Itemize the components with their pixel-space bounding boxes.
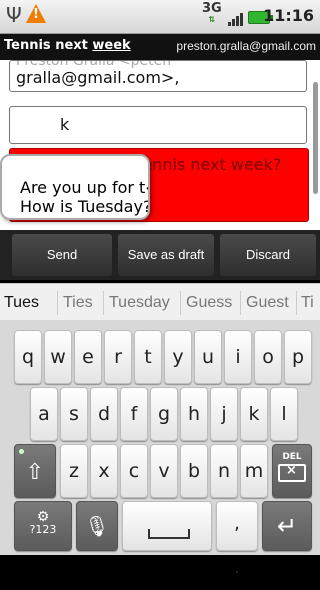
symbols-mode-key[interactable]: ⚙ ?123 — [14, 501, 72, 551]
key-p[interactable]: p — [284, 330, 312, 384]
suggestion-item[interactable]: Ti — [301, 284, 314, 321]
key-e[interactable]: e — [74, 330, 102, 384]
key-b[interactable]: b — [180, 444, 208, 498]
magnifier-line-1: Are you up for t‹k — [20, 178, 150, 197]
shift-indicator-icon — [19, 449, 24, 454]
key-x[interactable]: x — [90, 444, 118, 498]
key-y[interactable]: y — [164, 330, 192, 384]
period-label: . — [234, 557, 240, 578]
key-r[interactable]: r — [104, 330, 132, 384]
discard-button[interactable]: Discard — [220, 234, 316, 276]
title-subject-prefix: Tennis next — [4, 38, 93, 53]
compose-area: Preston Gralla <peteh gralla@gmail.com>,… — [0, 60, 320, 230]
space-icon — [148, 529, 190, 539]
key-i[interactable]: i — [224, 330, 252, 384]
suggestion-divider — [180, 291, 181, 315]
key-m[interactable]: m — [240, 444, 268, 498]
punctuation-key[interactable]: ,. — [216, 501, 258, 578]
send-button[interactable]: Send — [12, 234, 112, 276]
warning-icon: ! — [26, 4, 46, 23]
to-field-text: gralla@gmail.com>, — [16, 68, 180, 87]
suggestion-divider — [57, 291, 58, 315]
save-draft-button[interactable]: Save as draft — [118, 234, 214, 276]
subject-field[interactable]: k — [9, 106, 307, 144]
suggestion-item[interactable]: Guess — [186, 284, 232, 321]
key-d[interactable]: d — [90, 387, 118, 441]
clock: 11:16 — [263, 6, 314, 25]
suggestion-divider — [103, 291, 104, 315]
delete-key[interactable]: DEL × — [272, 444, 312, 498]
to-field[interactable]: Preston Gralla <peteh gralla@gmail.com>, — [9, 60, 307, 92]
compose-scrollbar[interactable] — [313, 82, 318, 194]
key-f[interactable]: f — [120, 387, 148, 441]
key-c[interactable]: c — [120, 444, 148, 498]
compose-title-bar: Tennis next week preston.gralla@gmail.co… — [0, 34, 320, 60]
soft-keyboard: q w e r t y u i o p a s d f g h j k l ⇧ … — [0, 320, 320, 578]
status-bar: Ψ ! 3G ⇅ 11:16 — [0, 0, 320, 34]
key-u[interactable]: u — [194, 330, 222, 384]
network-type: 3G ⇅ — [202, 2, 222, 24]
enter-key[interactable]: ↵ — [262, 501, 312, 551]
key-n[interactable]: n — [210, 444, 238, 498]
key-o[interactable]: o — [254, 330, 282, 384]
microphone-icon: 🎙 — [84, 514, 110, 538]
key-z[interactable]: z — [60, 444, 88, 498]
key-a[interactable]: a — [30, 387, 58, 441]
title-subject-underlined: week — [92, 38, 131, 53]
magnifier-line-2: How is Tuesday? — [20, 197, 150, 216]
key-t[interactable]: t — [134, 330, 162, 384]
symbols-mode-label: ?123 — [29, 523, 57, 536]
microphone-key[interactable]: 🎙 — [76, 501, 118, 551]
action-bar: Send Save as draft Discard — [0, 230, 320, 280]
enter-arrow-icon: ↵ — [276, 512, 298, 540]
backspace-icon: × — [278, 463, 306, 482]
key-w[interactable]: w — [44, 330, 72, 384]
data-arrows-icon: ⇅ — [208, 15, 216, 24]
suggestion-item[interactable]: Ties — [63, 284, 93, 321]
title-account: preston.gralla@gmail.com — [176, 39, 316, 53]
space-key[interactable] — [122, 501, 212, 551]
subject-field-text: k — [60, 115, 70, 134]
comma-label: , — [234, 513, 240, 534]
key-s[interactable]: s — [60, 387, 88, 441]
usb-icon: Ψ — [6, 3, 22, 27]
title-subject: Tennis next week — [4, 38, 131, 53]
suggestion-item[interactable]: Guest — [246, 284, 289, 321]
suggestion-item[interactable]: Tuesday — [109, 284, 170, 321]
key-k[interactable]: k — [240, 387, 268, 441]
key-v[interactable]: v — [150, 444, 178, 498]
suggestion-item[interactable]: Tues — [4, 284, 39, 321]
signal-icon — [228, 10, 244, 26]
key-q[interactable]: q — [14, 330, 42, 384]
key-h[interactable]: h — [180, 387, 208, 441]
suggestion-divider — [296, 291, 297, 315]
delete-key-label: DEL — [282, 452, 302, 462]
key-g[interactable]: g — [150, 387, 178, 441]
text-magnifier-bubble: Are you up for t‹k How is Tuesday? — [0, 154, 150, 220]
key-l[interactable]: l — [270, 387, 298, 441]
suggestion-strip: Tues Ties Tuesday Guess Guest Ti — [0, 283, 320, 322]
suggestion-divider — [240, 291, 241, 315]
shift-key[interactable]: ⇧ — [14, 444, 56, 498]
punctuation-key-label: ,. — [217, 502, 257, 590]
key-j[interactable]: j — [210, 387, 238, 441]
gear-icon: ⚙ — [36, 509, 50, 525]
magnifier-text: Are you up for t‹k How is Tuesday? — [20, 178, 150, 216]
network-label: 3G — [202, 1, 222, 16]
